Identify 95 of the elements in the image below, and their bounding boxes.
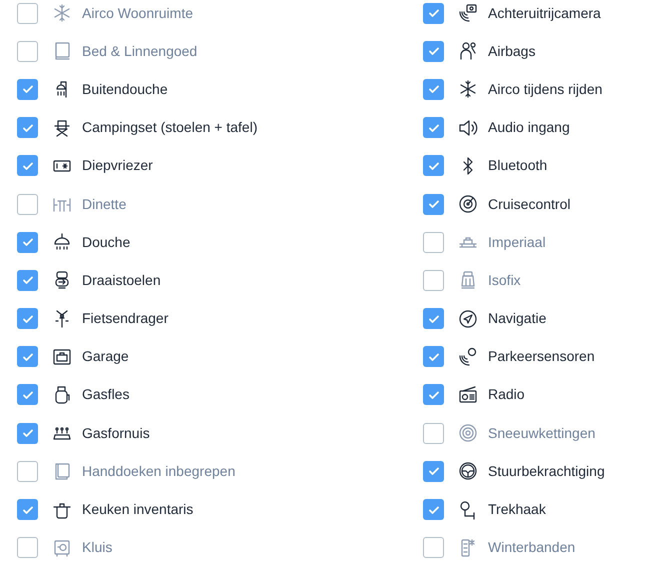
checkbox[interactable]: [423, 40, 444, 62]
option-label: Bluetooth: [488, 156, 548, 176]
option-label: Diepvriezer: [82, 156, 153, 176]
option-label: Draaistoelen: [82, 270, 161, 290]
option-label: Fietsendrager: [82, 309, 168, 328]
option-label: Achteruitrijcamera: [488, 4, 601, 23]
option-label: Airbags: [488, 42, 536, 61]
check-icon: [428, 83, 440, 96]
steering-wheel-icon: [458, 461, 478, 482]
option-label: Keuken inventaris: [82, 500, 194, 520]
person-airbag-icon: [458, 41, 478, 62]
checkbox[interactable]: [17, 308, 38, 330]
shower-head-icon: [52, 232, 72, 252]
check-icon: [428, 122, 440, 134]
checkbox[interactable]: [17, 40, 38, 62]
option-label: Stuurbekrachtiging: [488, 462, 605, 481]
checkbox[interactable]: [423, 117, 444, 138]
check-icon: [22, 122, 34, 134]
checkbox[interactable]: [423, 460, 444, 482]
option-label: Audio ingang: [488, 118, 570, 138]
checkbox[interactable]: [17, 499, 38, 520]
snowflake-icon: [52, 3, 72, 24]
checkbox[interactable]: [17, 537, 38, 558]
option-label: Garage: [82, 347, 129, 366]
option-label: Campingset (stoelen + tafel): [82, 118, 258, 138]
suitcase-icon: [52, 346, 72, 367]
check-icon: [22, 274, 34, 286]
checkbox[interactable]: [17, 194, 38, 215]
safe-icon: [52, 538, 72, 558]
option-label: Kluis: [82, 538, 112, 558]
check-icon: [22, 83, 34, 96]
option-label: Radio: [488, 385, 525, 404]
option-label: Sneeuwkettingen: [488, 424, 596, 443]
check-icon: [22, 388, 34, 401]
check-icon: [428, 465, 440, 478]
check-icon: [22, 160, 34, 172]
checkbox[interactable]: [17, 270, 38, 291]
checkbox[interactable]: [17, 346, 38, 368]
checkbox[interactable]: [423, 2, 444, 24]
checkbox[interactable]: [17, 78, 38, 100]
check-icon: [428, 7, 440, 20]
navigation-icon: [458, 308, 478, 329]
checkbox[interactable]: [423, 270, 444, 291]
checkbox[interactable]: [423, 422, 444, 444]
check-icon: [22, 504, 34, 516]
option-label: Airco tijdens rijden: [488, 80, 602, 99]
check-icon: [22, 350, 34, 363]
option-label: Douche: [82, 232, 130, 252]
option-label: Winterbanden: [488, 538, 576, 558]
checkbox[interactable]: [423, 194, 444, 215]
checkbox[interactable]: [17, 155, 38, 176]
option-label: Dinette: [82, 194, 126, 214]
check-icon: [428, 198, 440, 210]
checkbox[interactable]: [423, 537, 444, 558]
camera-icon: [458, 3, 478, 24]
check-icon: [428, 388, 440, 401]
option-label: Trekhaak: [488, 500, 546, 520]
checkbox[interactable]: [17, 117, 38, 138]
checkbox[interactable]: [17, 2, 38, 24]
speaker-icon: [458, 118, 478, 138]
radio-icon: [458, 384, 478, 405]
checkbox[interactable]: [423, 155, 444, 176]
option-label: Handdoeken inbegrepen: [82, 462, 236, 481]
option-label: Gasfornuis: [82, 424, 150, 443]
parking-sensor-icon: [458, 346, 478, 367]
check-icon: [428, 45, 440, 58]
snowflake-icon: [458, 79, 478, 100]
checkbox[interactable]: [17, 384, 38, 406]
check-icon: [22, 427, 34, 440]
gauge-icon: [458, 194, 478, 214]
option-label: Isofix: [488, 270, 521, 290]
checkbox[interactable]: [423, 499, 444, 520]
option-label: Bed & Linnengoed: [82, 42, 198, 61]
check-icon: [22, 236, 34, 248]
option-label: Navigatie: [488, 309, 546, 328]
check-icon: [428, 160, 440, 172]
checkbox[interactable]: [17, 422, 38, 444]
checkbox[interactable]: [17, 460, 38, 482]
check-icon: [428, 504, 440, 516]
checkbox[interactable]: [423, 308, 444, 330]
chair-icon: [52, 118, 72, 138]
option-label: Cruisecontrol: [488, 194, 570, 214]
checkbox[interactable]: [423, 232, 444, 253]
option-label: Parkeersensoren: [488, 347, 595, 366]
check-icon: [428, 350, 440, 363]
checkbox[interactable]: [423, 384, 444, 406]
checkbox[interactable]: [423, 346, 444, 368]
check-icon: [428, 312, 440, 325]
option-label: Airco Woonruimte: [82, 4, 194, 23]
checkbox[interactable]: [17, 232, 38, 253]
option-label: Buitendouche: [82, 80, 168, 99]
checkbox[interactable]: [423, 78, 444, 100]
option-label: Imperiaal: [488, 232, 546, 252]
check-icon: [22, 312, 34, 325]
option-label: Gasfles: [82, 385, 130, 404]
